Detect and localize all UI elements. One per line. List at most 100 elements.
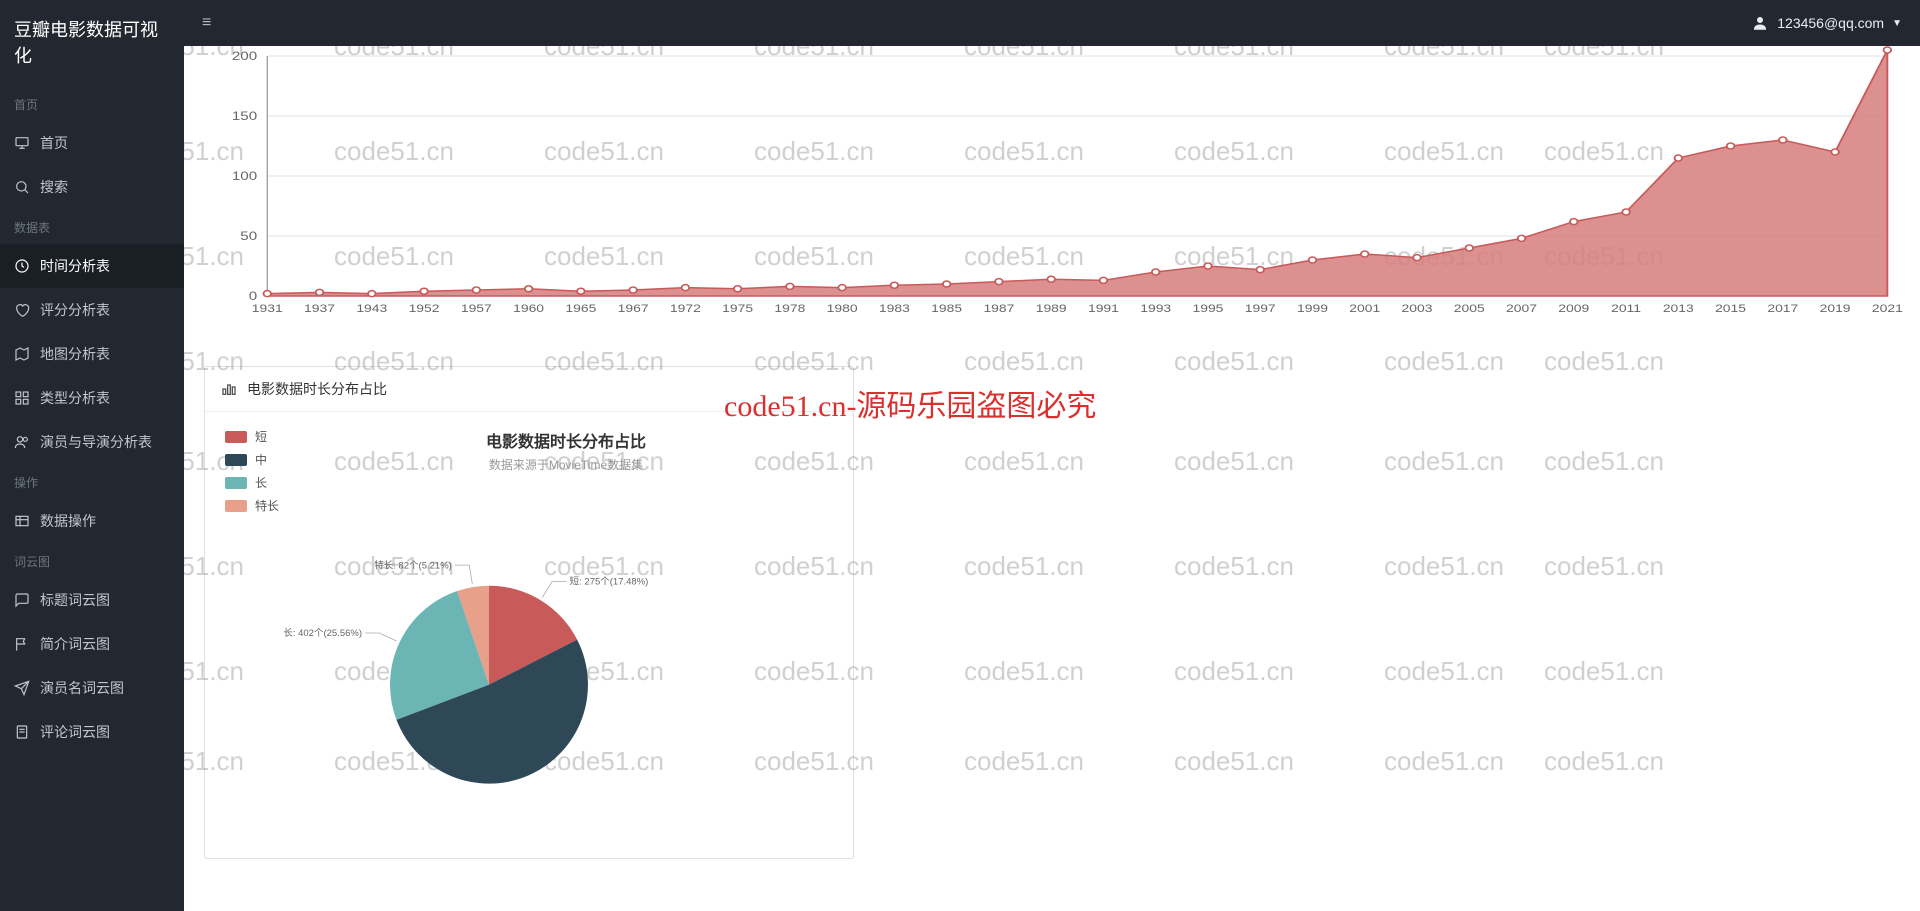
svg-text:1985: 1985 [931,302,962,314]
user-email: 123456@qq.com [1777,15,1884,31]
pie-title: 电影数据时长分布占比 [299,428,833,452]
comment-icon [14,592,30,608]
content-scroll[interactable]: code51.cn code51.cn code51.cn code51.cn code… [184,46,1920,911]
watermark: code51.cn [1174,656,1294,687]
svg-text:1965: 1965 [565,302,596,314]
sidebar-item-评分分析表[interactable]: 评分分析表 [0,288,184,332]
watermark: code51.cn [964,746,1084,777]
sidebar-item-首页[interactable]: 首页 [0,121,184,165]
flag-icon [14,636,30,652]
svg-text:2021: 2021 [1872,302,1903,314]
pie-subtitle: 数据来源于MovieTime数据集 [299,456,833,473]
watermark: code51.cn [1174,446,1294,477]
svg-text:1937: 1937 [304,302,335,314]
svg-text:1989: 1989 [1036,302,1067,314]
svg-text:1997: 1997 [1245,302,1276,314]
svg-text:200: 200 [232,49,258,62]
legend-item-中[interactable]: 中 [225,451,279,468]
legend-item-特长[interactable]: 特长 [225,497,279,514]
svg-text:0: 0 [249,289,258,302]
legend-swatch [225,431,247,443]
brand-title: 豆瓣电影数据可视化 [0,0,184,86]
sidebar-item-演员名词云图[interactable]: 演员名词云图 [0,666,184,710]
search-icon [14,179,30,195]
sidebar-item-label: 简介词云图 [40,634,110,654]
svg-text:2005: 2005 [1454,302,1485,314]
svg-text:1975: 1975 [722,302,753,314]
svg-text:2019: 2019 [1820,302,1851,314]
watermark: code51.cn [964,346,1084,377]
svg-text:2009: 2009 [1558,302,1589,314]
sidebar-item-标题词云图[interactable]: 标题词云图 [0,578,184,622]
sidebar-section-header: 词云图 [0,543,184,578]
watermark: code51.cn [1544,346,1664,377]
svg-text:100: 100 [232,169,258,182]
sidebar-item-评论词云图[interactable]: 评论词云图 [0,710,184,754]
watermark: code51.cn [964,551,1084,582]
svg-text:1943: 1943 [356,302,387,314]
doc-icon [14,724,30,740]
sidebar-section-header: 操作 [0,464,184,499]
send-icon [14,680,30,696]
svg-text:2003: 2003 [1402,302,1433,314]
user-icon [1751,14,1769,32]
hamburger-icon[interactable]: ≡ [202,14,211,32]
legend-swatch [225,454,247,466]
svg-text:2015: 2015 [1715,302,1746,314]
watermark: code51.cn [1384,746,1504,777]
users-icon [14,434,30,450]
legend-item-长[interactable]: 长 [225,474,279,491]
sidebar-item-演员与导演分析表[interactable]: 演员与导演分析表 [0,420,184,464]
svg-text:1993: 1993 [1140,302,1171,314]
pie-card-header: 电影数据时长分布占比 [205,367,853,412]
area-chart: 0501001502001931193719431952195719601965… [204,46,1900,326]
watermark: code51.cn [964,446,1084,477]
watermark: code51.cn [1384,446,1504,477]
sidebar-item-类型分析表[interactable]: 类型分析表 [0,376,184,420]
legend-item-短[interactable]: 短 [225,428,279,445]
watermark: code51.cn [1384,346,1504,377]
sidebar-item-label: 演员与导演分析表 [40,432,152,452]
map-icon [14,346,30,362]
sidebar-item-数据操作[interactable]: 数据操作 [0,499,184,543]
pie-card-title: 电影数据时长分布占比 [247,379,387,399]
svg-text:1952: 1952 [409,302,440,314]
sidebar-item-label: 首页 [40,133,68,153]
svg-text:1967: 1967 [618,302,649,314]
sidebar-item-label: 评论词云图 [40,722,110,742]
svg-text:1978: 1978 [774,302,805,314]
watermark: code51.cn [1544,446,1664,477]
monitor-icon [14,135,30,151]
svg-text:2007: 2007 [1506,302,1537,314]
legend-swatch [225,500,247,512]
sidebar-item-label: 演员名词云图 [40,678,124,698]
chevron-down-icon: ▼ [1892,18,1902,29]
legend-label: 短 [255,428,267,445]
sidebar-item-时间分析表[interactable]: 时间分析表 [0,244,184,288]
user-menu[interactable]: 123456@qq.com ▼ [1751,14,1902,32]
sidebar-item-label: 评分分析表 [40,300,110,320]
legend-label: 长 [255,474,267,491]
sidebar-item-搜索[interactable]: 搜索 [0,165,184,209]
svg-text:2017: 2017 [1767,302,1798,314]
topbar: ≡ 123456@qq.com ▼ [184,0,1920,46]
sidebar-item-地图分析表[interactable]: 地图分析表 [0,332,184,376]
sidebar-section-header: 首页 [0,86,184,121]
sidebar-item-label: 时间分析表 [40,256,110,276]
svg-text:1957: 1957 [461,302,492,314]
main-area: ≡ 123456@qq.com ▼ code51.cncode51.cncode… [184,0,1920,911]
sidebar-item-label: 数据操作 [40,511,96,531]
sidebar-item-label: 标题词云图 [40,590,110,610]
svg-text:50: 50 [240,229,257,242]
svg-text:1960: 1960 [513,302,544,314]
sidebar-item-label: 地图分析表 [40,344,110,364]
heart-icon [14,302,30,318]
bar-chart-icon [221,381,237,397]
pie-legend: 短中长特长 [225,428,279,828]
pie-chart: 短: 275个(17.48%)长: 402个(25.56%)特长: 82个(5.… [299,483,679,823]
watermark: code51.cn [1174,551,1294,582]
svg-text:1987: 1987 [983,302,1014,314]
sidebar-item-简介词云图[interactable]: 简介词云图 [0,622,184,666]
watermark: code51.cn [1174,346,1294,377]
watermark: code51.cn [1384,656,1504,687]
